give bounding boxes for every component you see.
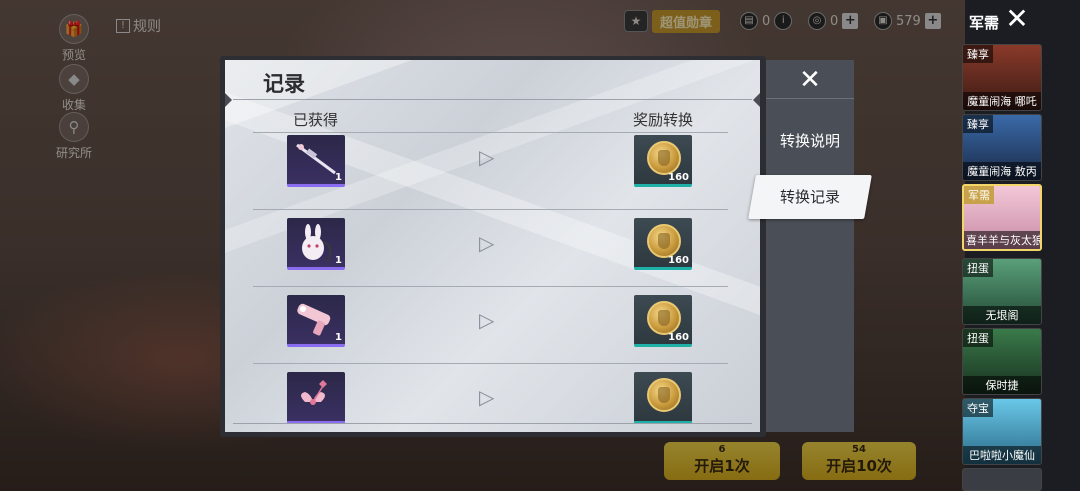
- reward-slot[interactable]: 160: [634, 135, 692, 187]
- item-count: 1: [335, 172, 342, 183]
- banner-aobing[interactable]: 臻享 魔童闹海 敖丙: [962, 114, 1042, 181]
- close-icon[interactable]: ✕: [1002, 5, 1032, 35]
- medal-coin-icon: [647, 224, 681, 258]
- banner-name: 喜羊羊与灰太狼: [964, 231, 1040, 249]
- item-count: 1: [335, 255, 342, 266]
- banner-pleasant-goat[interactable]: 军需 喜羊羊与灰太狼: [962, 184, 1042, 251]
- reward-slot[interactable]: 160: [634, 295, 692, 347]
- corner-marker: [753, 93, 760, 107]
- arrow-right-icon: ▷: [479, 231, 495, 255]
- banner-balala[interactable]: 夺宝 巴啦啦小魔仙: [962, 398, 1042, 465]
- arrow-right-icon: ▷: [479, 385, 495, 409]
- banner-name: 保时捷: [963, 376, 1041, 394]
- arrow-right-icon: ▷: [479, 308, 495, 332]
- reward-count: 160: [668, 255, 689, 266]
- divider: [766, 98, 854, 99]
- tab-label: 转换记录: [779, 188, 840, 206]
- dialog-side-panel: ✕: [766, 60, 854, 432]
- banner-tag: 夺宝: [963, 399, 993, 417]
- banner-nezha[interactable]: 臻享 魔童闹海 哪吒: [962, 44, 1042, 111]
- divider: [233, 423, 752, 424]
- record-list[interactable]: 1 ▷ 160 1 ▷ 160 1 ▷ 160 ▷: [253, 133, 728, 423]
- column-header-reward: 奖励转换: [633, 111, 694, 129]
- close-icon[interactable]: ✕: [794, 66, 826, 94]
- arrow-right-icon: ▷: [479, 145, 495, 169]
- corner-marker: [225, 93, 232, 107]
- item-slot[interactable]: [287, 372, 345, 423]
- medal-coin-icon: [647, 141, 681, 175]
- record-row: 1 ▷ 160: [253, 133, 728, 210]
- banner-tag: 扭蛋: [963, 259, 993, 277]
- medal-coin-icon: [647, 378, 681, 412]
- tab-conversion-info[interactable]: 转换说明: [778, 130, 842, 151]
- banner-wuyinge[interactable]: 扭蛋 无垠阁: [962, 258, 1042, 325]
- record-row: 1 ▷ 160: [253, 210, 728, 287]
- reward-slot[interactable]: 160: [634, 218, 692, 270]
- banner-tag: 扭蛋: [963, 329, 993, 347]
- reward-count: 160: [668, 332, 689, 343]
- banner-tag: 军需: [964, 186, 994, 204]
- tab-label: 转换说明: [779, 132, 840, 150]
- item-count: 1: [335, 332, 342, 343]
- banner-tag: 臻享: [963, 115, 993, 133]
- banner-name: 魔童闹海 哪吒: [963, 92, 1041, 110]
- column-header-obtained: 已获得: [293, 111, 339, 129]
- banner-more[interactable]: [962, 468, 1042, 491]
- dialog-title: 记录: [263, 72, 305, 96]
- item-slot[interactable]: 1: [287, 218, 345, 270]
- banner-tag: 臻享: [963, 45, 993, 63]
- banner-name: 巴啦啦小魔仙: [963, 446, 1041, 464]
- banner-porsche[interactable]: 扭蛋 保时捷: [962, 328, 1042, 395]
- event-column-title: 军需: [969, 14, 1000, 32]
- record-dialog: 记录 已获得 奖励转换 1 ▷ 160 1 ▷ 160 1 ▷ 160 ▷: [225, 60, 760, 432]
- divider: [233, 99, 752, 100]
- medal-coin-icon: [647, 301, 681, 335]
- banner-name: 无垠阁: [963, 306, 1041, 324]
- banner-name: 魔童闹海 敖丙: [963, 162, 1041, 180]
- item-slot[interactable]: 1: [287, 135, 345, 187]
- reward-slot[interactable]: [634, 372, 692, 423]
- tab-conversion-record[interactable]: 转换记录: [748, 175, 872, 219]
- bow-ornament-icon: [301, 380, 327, 405]
- record-row: ▷: [253, 364, 728, 423]
- item-slot[interactable]: 1: [287, 295, 345, 347]
- reward-count: 160: [668, 172, 689, 183]
- record-row: 1 ▷ 160: [253, 287, 728, 364]
